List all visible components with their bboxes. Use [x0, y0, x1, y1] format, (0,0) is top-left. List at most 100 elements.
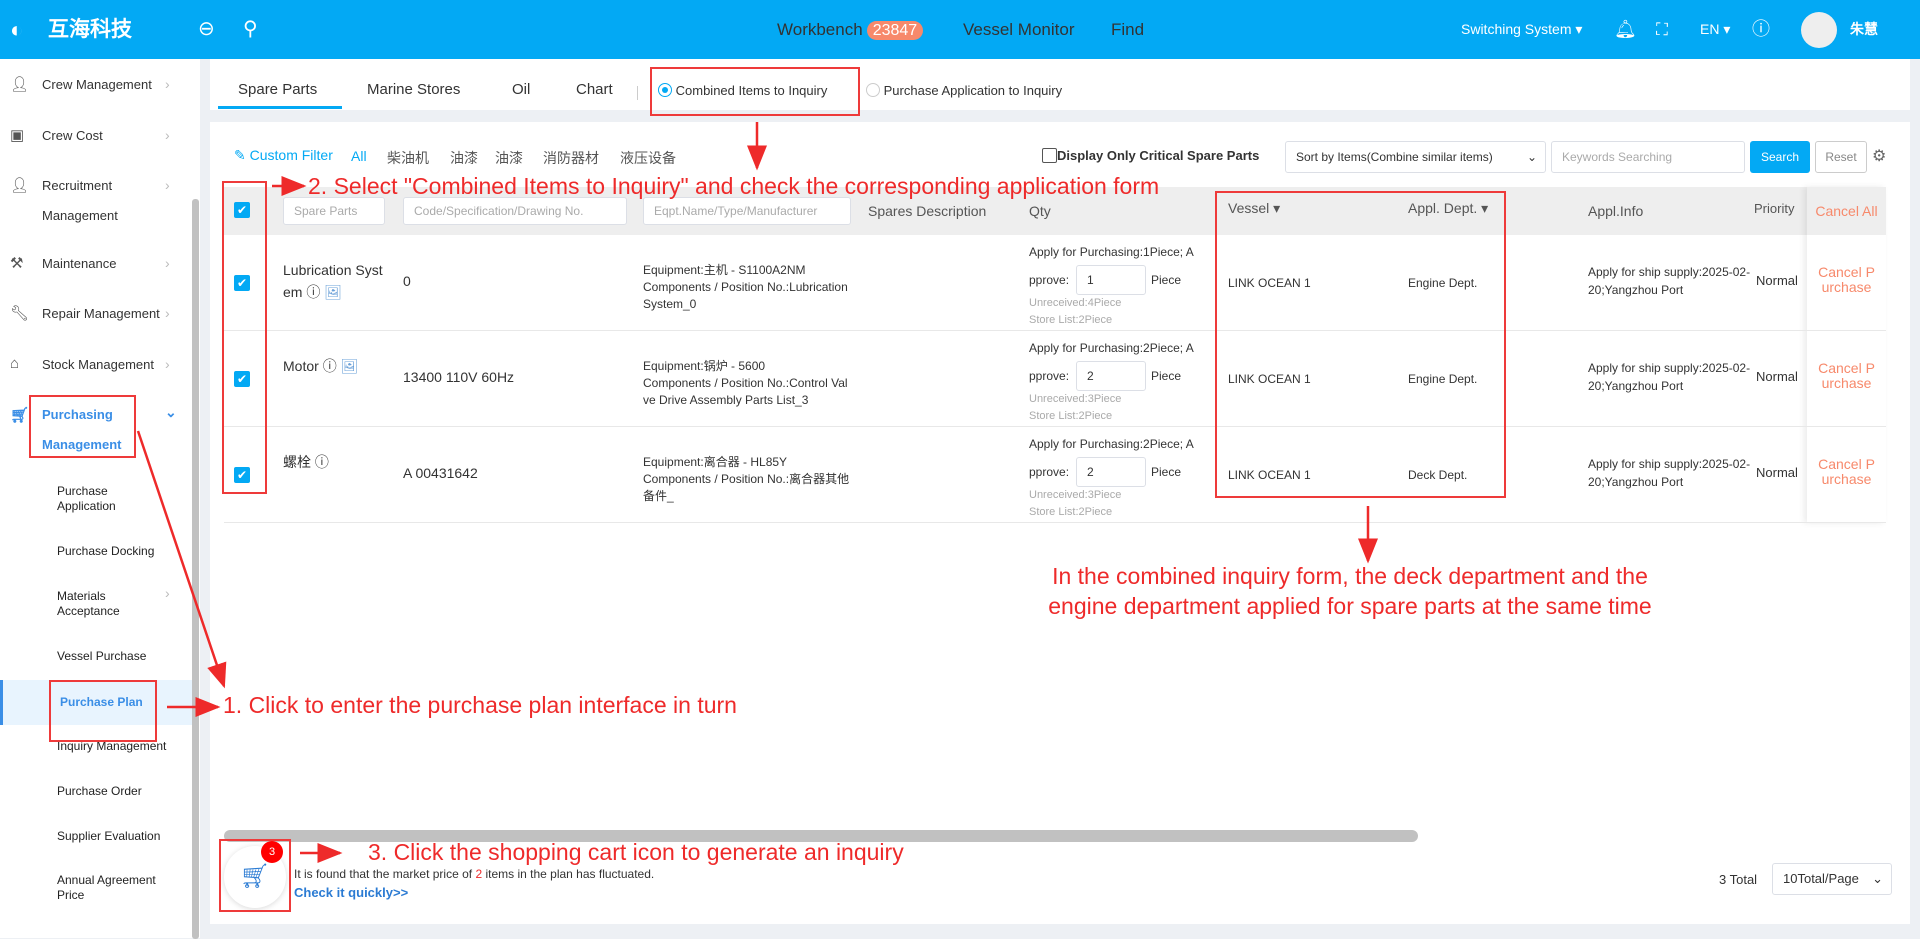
- approve-qty-input[interactable]: 2: [1076, 361, 1146, 391]
- keywords-input[interactable]: Keywords Searching: [1551, 141, 1745, 173]
- image-icon[interactable]: 🖼︎: [324, 284, 342, 300]
- sidebar-item-label: Recruitment: [42, 178, 113, 193]
- info-cell: Apply for ship supply:2025-02- 20;Yangzho…: [1588, 263, 1750, 299]
- info-line: Apply for ship supply:2025-02-: [1588, 265, 1751, 279]
- sidebar-subitem[interactable]: Annual Agreement Price: [57, 873, 156, 903]
- search-button[interactable]: Search: [1750, 141, 1810, 173]
- sidebar-item[interactable]: 🔧︎ Repair Management ›: [0, 299, 190, 329]
- stock-info: Unreceived:4Piece Store List:2Piece: [1029, 295, 1121, 329]
- code-cell: 0: [403, 273, 411, 289]
- tab-chart[interactable]: Chart: [576, 59, 613, 120]
- category-filter[interactable]: 油漆: [450, 148, 478, 168]
- name-text: 螺栓: [283, 454, 311, 470]
- language-dropdown[interactable]: EN ▾: [1700, 0, 1730, 59]
- annotation-box-cart: [219, 839, 291, 912]
- cancel-text: urchase: [1821, 375, 1872, 391]
- category-filter[interactable]: 柴油机: [387, 148, 429, 168]
- subitem-label: Vessel Purchase: [57, 649, 147, 663]
- eq-line: Equipment:离合器 - HL85Y: [643, 455, 788, 469]
- note-line: In the combined inquiry form, the deck d…: [1052, 563, 1648, 589]
- sidebar-subitem[interactable]: Purchase Application: [57, 484, 116, 514]
- category-filter[interactable]: All: [351, 148, 367, 164]
- sidebar-subitem[interactable]: Purchase Docking: [57, 544, 154, 559]
- unit-label: Piece: [1151, 273, 1182, 287]
- cancel-purchase-button[interactable]: Cancel Purchase: [1807, 361, 1886, 391]
- eq-line: Components / Position No.:Control Val: [643, 376, 848, 390]
- sidebar-item[interactable]: 👤︎ Recruitment Management ›: [0, 171, 190, 223]
- workbench-badge: 23847: [866, 21, 924, 40]
- sidebar-subitem[interactable]: Purchase Order: [57, 784, 142, 799]
- page-size-select[interactable]: 10Total/Page ⌄: [1772, 863, 1892, 895]
- spare-part-name: Lubrication Syst em ⓘ 🖼︎: [283, 259, 383, 303]
- category-filter[interactable]: 油漆: [495, 148, 523, 168]
- check-quickly-link[interactable]: Check it quickly>>: [294, 885, 408, 900]
- nav-workbench[interactable]: Workbench 23847: [777, 0, 924, 60]
- sidebar-item[interactable]: 👤︎ Crew Management ›: [0, 70, 190, 100]
- reset-button[interactable]: Reset: [1815, 141, 1867, 173]
- switch-system-dropdown[interactable]: Switching System ▾: [1461, 0, 1582, 59]
- sort-select[interactable]: Sort by Items(Combine similar items) ⌄: [1285, 141, 1546, 173]
- info-icon[interactable]: ⓘ: [323, 358, 337, 374]
- annotation-box-vessel-dept: [1215, 191, 1506, 498]
- sidebar-subitem[interactable]: Materials Acceptance: [57, 589, 120, 619]
- equipment-cell: Equipment:锅炉 - 5600 Components / Position…: [643, 358, 848, 409]
- settings-icon[interactable]: ⚙: [1872, 146, 1886, 166]
- nav-find[interactable]: Find: [1111, 0, 1144, 59]
- custom-filter-button[interactable]: ✎ Custom Filter: [234, 147, 333, 164]
- eq-line: Components / Position No.:Lubrication: [643, 280, 848, 294]
- logo-text: 互海科技: [48, 18, 132, 41]
- image-icon[interactable]: 🖼︎: [341, 358, 359, 374]
- cancel-all-button[interactable]: Cancel All: [1807, 187, 1886, 235]
- subitem-label: Application: [57, 499, 116, 513]
- unreceived: Unreceived:3Piece: [1029, 393, 1122, 405]
- sidebar-item-label: Repair Management: [42, 306, 160, 321]
- info-icon[interactable]: ⓘ: [315, 454, 329, 470]
- sidebar-item-label: Crew Management: [42, 77, 152, 92]
- filter-spare-parts[interactable]: Spare Parts: [283, 197, 385, 225]
- sidebar-item[interactable]: ▣ Crew Cost ›: [0, 121, 190, 151]
- subitem-label: Purchase Order: [57, 784, 142, 798]
- cancel-purchase-button[interactable]: Cancel Purchase: [1807, 265, 1886, 295]
- fullscreen-icon[interactable]: ⛶: [1656, 0, 1668, 59]
- approve-qty-input[interactable]: 1: [1076, 265, 1146, 295]
- bell-icon[interactable]: 🔔︎: [1614, 0, 1637, 59]
- info-line: 20;Yangzhou Port: [1588, 475, 1684, 489]
- tab-marine-stores[interactable]: Marine Stores: [367, 59, 460, 120]
- filter-code[interactable]: Code/Specification/Drawing No.: [403, 197, 627, 225]
- search-icon[interactable]: ⚲: [243, 0, 258, 59]
- help-icon[interactable]: ⓘ: [1752, 0, 1770, 59]
- back-icon[interactable]: ⊖: [198, 0, 215, 59]
- code-cell: 13400 110V 60Hz: [403, 369, 515, 385]
- name-text: Lubrication Syst: [283, 262, 383, 278]
- tab-oil[interactable]: Oil: [512, 59, 530, 120]
- priority-cell: Normal: [1756, 465, 1798, 480]
- tab-spare-parts[interactable]: Spare Parts: [238, 59, 317, 120]
- info-icon[interactable]: ⓘ: [306, 284, 320, 300]
- sidebar-item[interactable]: ⌂ Stock Management ›: [0, 350, 190, 380]
- sidebar-subitem[interactable]: Supplier Evaluation: [57, 829, 160, 844]
- radio-application[interactable]: Purchase Application to Inquiry: [866, 83, 1062, 98]
- approve-qty-input[interactable]: 2: [1076, 457, 1146, 487]
- sidebar-scrollbar[interactable]: [192, 199, 199, 939]
- sidebar-item[interactable]: ⚒ Maintenance ›: [0, 249, 190, 279]
- info-cell: Apply for ship supply:2025-02- 20;Yangzho…: [1588, 359, 1750, 395]
- critical-checkbox[interactable]: Display Only Critical Spare Parts: [1042, 148, 1259, 163]
- eq-line: Equipment:主机 - S1100A2NM: [643, 263, 806, 277]
- header-qty: Qty: [1029, 203, 1051, 219]
- wrench-icon: ⚒: [10, 255, 24, 272]
- filter-eqpt[interactable]: Eqpt.Name/Type/Manufacturer: [643, 197, 851, 225]
- chevron-right-icon: ›: [165, 356, 170, 372]
- avatar[interactable]: [1801, 12, 1837, 48]
- category-filter[interactable]: 消防器材: [543, 148, 599, 168]
- radio-label: Purchase Application to Inquiry: [883, 83, 1063, 98]
- annotation-step3: 3. Click the shopping cart icon to gener…: [368, 839, 904, 865]
- category-filter[interactable]: 液压设备: [620, 148, 676, 168]
- cancel-purchase-button[interactable]: Cancel Purchase: [1807, 457, 1886, 487]
- nav-vessel-monitor[interactable]: Vessel Monitor: [963, 0, 1075, 59]
- sidebar-subitem[interactable]: Vessel Purchase: [57, 649, 146, 664]
- row-divider: [224, 426, 1886, 427]
- sidebar-item-label: Maintenance: [42, 256, 117, 271]
- subitem-label: Price: [57, 888, 85, 902]
- chevron-down-icon: ⌄: [165, 404, 177, 420]
- header-desc: Spares Description: [868, 203, 987, 219]
